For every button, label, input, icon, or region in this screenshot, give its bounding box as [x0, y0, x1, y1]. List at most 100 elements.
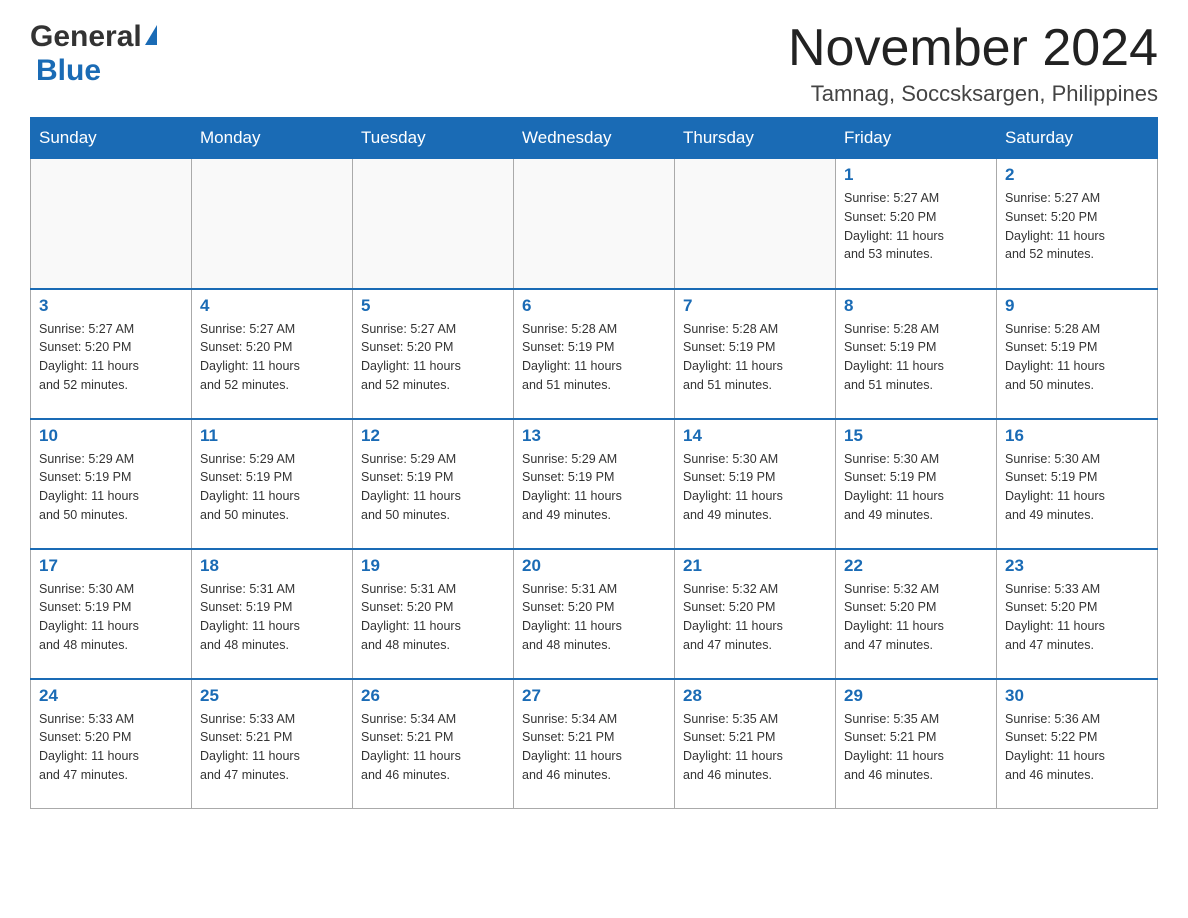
- page-header: General Blue November 2024 Tamnag, Soccs…: [30, 20, 1158, 107]
- calendar-header-row: SundayMondayTuesdayWednesdayThursdayFrid…: [31, 118, 1158, 159]
- logo-triangle-icon: [145, 25, 157, 45]
- day-info: Sunrise: 5:27 AMSunset: 5:20 PMDaylight:…: [361, 320, 505, 395]
- calendar-cell: [514, 159, 675, 289]
- day-info: Sunrise: 5:34 AMSunset: 5:21 PMDaylight:…: [522, 710, 666, 785]
- day-number: 26: [361, 686, 505, 706]
- calendar-cell: 23 Sunrise: 5:33 AMSunset: 5:20 PMDayligh…: [997, 549, 1158, 679]
- calendar-cell: 7 Sunrise: 5:28 AMSunset: 5:19 PMDaylight…: [675, 289, 836, 419]
- day-info: Sunrise: 5:30 AMSunset: 5:19 PMDaylight:…: [39, 580, 183, 655]
- calendar-cell: 4 Sunrise: 5:27 AMSunset: 5:20 PMDaylight…: [192, 289, 353, 419]
- day-info: Sunrise: 5:29 AMSunset: 5:19 PMDaylight:…: [39, 450, 183, 525]
- calendar-cell: 28 Sunrise: 5:35 AMSunset: 5:21 PMDayligh…: [675, 679, 836, 809]
- calendar-cell: 24 Sunrise: 5:33 AMSunset: 5:20 PMDayligh…: [31, 679, 192, 809]
- day-number: 10: [39, 426, 183, 446]
- day-info: Sunrise: 5:30 AMSunset: 5:19 PMDaylight:…: [1005, 450, 1149, 525]
- calendar-cell: 12 Sunrise: 5:29 AMSunset: 5:19 PMDayligh…: [353, 419, 514, 549]
- day-info: Sunrise: 5:33 AMSunset: 5:20 PMDaylight:…: [39, 710, 183, 785]
- day-number: 28: [683, 686, 827, 706]
- column-header-thursday: Thursday: [675, 118, 836, 159]
- calendar-cell: 6 Sunrise: 5:28 AMSunset: 5:19 PMDaylight…: [514, 289, 675, 419]
- day-info: Sunrise: 5:29 AMSunset: 5:19 PMDaylight:…: [522, 450, 666, 525]
- calendar-cell: 11Sunrise: 5:29 AMSunset: 5:19 PMDayligh…: [192, 419, 353, 549]
- day-info: Sunrise: 5:31 AMSunset: 5:20 PMDaylight:…: [522, 580, 666, 655]
- calendar-cell: 18 Sunrise: 5:31 AMSunset: 5:19 PMDayligh…: [192, 549, 353, 679]
- day-info: Sunrise: 5:29 AMSunset: 5:19 PMDaylight:…: [361, 450, 505, 525]
- column-header-saturday: Saturday: [997, 118, 1158, 159]
- day-number: 6: [522, 296, 666, 316]
- day-number: 25: [200, 686, 344, 706]
- day-info: Sunrise: 5:27 AMSunset: 5:20 PMDaylight:…: [1005, 189, 1149, 264]
- calendar-cell: 13 Sunrise: 5:29 AMSunset: 5:19 PMDayligh…: [514, 419, 675, 549]
- column-header-tuesday: Tuesday: [353, 118, 514, 159]
- day-number: 16: [1005, 426, 1149, 446]
- day-info: Sunrise: 5:28 AMSunset: 5:19 PMDaylight:…: [683, 320, 827, 395]
- day-number: 15: [844, 426, 988, 446]
- day-info: Sunrise: 5:27 AMSunset: 5:20 PMDaylight:…: [200, 320, 344, 395]
- calendar-cell: [192, 159, 353, 289]
- calendar-cell: 19Sunrise: 5:31 AMSunset: 5:20 PMDayligh…: [353, 549, 514, 679]
- day-number: 17: [39, 556, 183, 576]
- day-number: 18: [200, 556, 344, 576]
- day-info: Sunrise: 5:28 AMSunset: 5:19 PMDaylight:…: [1005, 320, 1149, 395]
- calendar-cell: 3 Sunrise: 5:27 AMSunset: 5:20 PMDaylight…: [31, 289, 192, 419]
- day-info: Sunrise: 5:28 AMSunset: 5:19 PMDaylight:…: [522, 320, 666, 395]
- calendar-cell: 20 Sunrise: 5:31 AMSunset: 5:20 PMDayligh…: [514, 549, 675, 679]
- day-number: 7: [683, 296, 827, 316]
- calendar-cell: 16 Sunrise: 5:30 AMSunset: 5:19 PMDayligh…: [997, 419, 1158, 549]
- day-number: 9: [1005, 296, 1149, 316]
- day-number: 13: [522, 426, 666, 446]
- location: Tamnag, Soccsksargen, Philippines: [788, 81, 1158, 107]
- column-header-sunday: Sunday: [31, 118, 192, 159]
- day-info: Sunrise: 5:32 AMSunset: 5:20 PMDaylight:…: [683, 580, 827, 655]
- day-number: 23: [1005, 556, 1149, 576]
- calendar-cell: 14Sunrise: 5:30 AMSunset: 5:19 PMDayligh…: [675, 419, 836, 549]
- column-header-monday: Monday: [192, 118, 353, 159]
- day-info: Sunrise: 5:36 AMSunset: 5:22 PMDaylight:…: [1005, 710, 1149, 785]
- day-info: Sunrise: 5:28 AMSunset: 5:19 PMDaylight:…: [844, 320, 988, 395]
- column-header-wednesday: Wednesday: [514, 118, 675, 159]
- calendar-cell: 21 Sunrise: 5:32 AMSunset: 5:20 PMDayligh…: [675, 549, 836, 679]
- calendar-week-row: 3 Sunrise: 5:27 AMSunset: 5:20 PMDaylight…: [31, 289, 1158, 419]
- day-info: Sunrise: 5:27 AMSunset: 5:20 PMDaylight:…: [844, 189, 988, 264]
- calendar-cell: 29 Sunrise: 5:35 AMSunset: 5:21 PMDayligh…: [836, 679, 997, 809]
- calendar-cell: 15 Sunrise: 5:30 AMSunset: 5:19 PMDayligh…: [836, 419, 997, 549]
- calendar-cell: 9 Sunrise: 5:28 AMSunset: 5:19 PMDaylight…: [997, 289, 1158, 419]
- calendar-week-row: 24 Sunrise: 5:33 AMSunset: 5:20 PMDayligh…: [31, 679, 1158, 809]
- calendar-cell: [353, 159, 514, 289]
- day-number: 30: [1005, 686, 1149, 706]
- calendar-week-row: 10 Sunrise: 5:29 AMSunset: 5:19 PMDayligh…: [31, 419, 1158, 549]
- day-info: Sunrise: 5:30 AMSunset: 5:19 PMDaylight:…: [844, 450, 988, 525]
- day-info: Sunrise: 5:31 AMSunset: 5:19 PMDaylight:…: [200, 580, 344, 655]
- day-number: 1: [844, 165, 988, 185]
- logo: General Blue: [30, 20, 157, 88]
- month-title: November 2024: [788, 20, 1158, 77]
- day-info: Sunrise: 5:33 AMSunset: 5:20 PMDaylight:…: [1005, 580, 1149, 655]
- calendar-week-row: 17 Sunrise: 5:30 AMSunset: 5:19 PMDayligh…: [31, 549, 1158, 679]
- calendar-cell: 10 Sunrise: 5:29 AMSunset: 5:19 PMDayligh…: [31, 419, 192, 549]
- calendar-cell: 8 Sunrise: 5:28 AMSunset: 5:19 PMDaylight…: [836, 289, 997, 419]
- calendar-cell: 1 Sunrise: 5:27 AMSunset: 5:20 PMDaylight…: [836, 159, 997, 289]
- day-number: 20: [522, 556, 666, 576]
- day-number: 5: [361, 296, 505, 316]
- day-number: 4: [200, 296, 344, 316]
- calendar-cell: 2 Sunrise: 5:27 AMSunset: 5:20 PMDaylight…: [997, 159, 1158, 289]
- day-info: Sunrise: 5:35 AMSunset: 5:21 PMDaylight:…: [683, 710, 827, 785]
- day-number: 2: [1005, 165, 1149, 185]
- day-number: 8: [844, 296, 988, 316]
- day-info: Sunrise: 5:27 AMSunset: 5:20 PMDaylight:…: [39, 320, 183, 395]
- day-number: 3: [39, 296, 183, 316]
- logo-general-text: General: [30, 20, 142, 54]
- calendar-cell: 17 Sunrise: 5:30 AMSunset: 5:19 PMDayligh…: [31, 549, 192, 679]
- day-info: Sunrise: 5:35 AMSunset: 5:21 PMDaylight:…: [844, 710, 988, 785]
- calendar-cell: 30 Sunrise: 5:36 AMSunset: 5:22 PMDayligh…: [997, 679, 1158, 809]
- day-number: 21: [683, 556, 827, 576]
- day-number: 12: [361, 426, 505, 446]
- day-number: 29: [844, 686, 988, 706]
- day-number: 24: [39, 686, 183, 706]
- title-section: November 2024 Tamnag, Soccsksargen, Phil…: [788, 20, 1158, 107]
- day-info: Sunrise: 5:30 AMSunset: 5:19 PMDaylight:…: [683, 450, 827, 525]
- day-number: 19: [361, 556, 505, 576]
- column-header-friday: Friday: [836, 118, 997, 159]
- calendar-cell: [675, 159, 836, 289]
- day-info: Sunrise: 5:33 AMSunset: 5:21 PMDaylight:…: [200, 710, 344, 785]
